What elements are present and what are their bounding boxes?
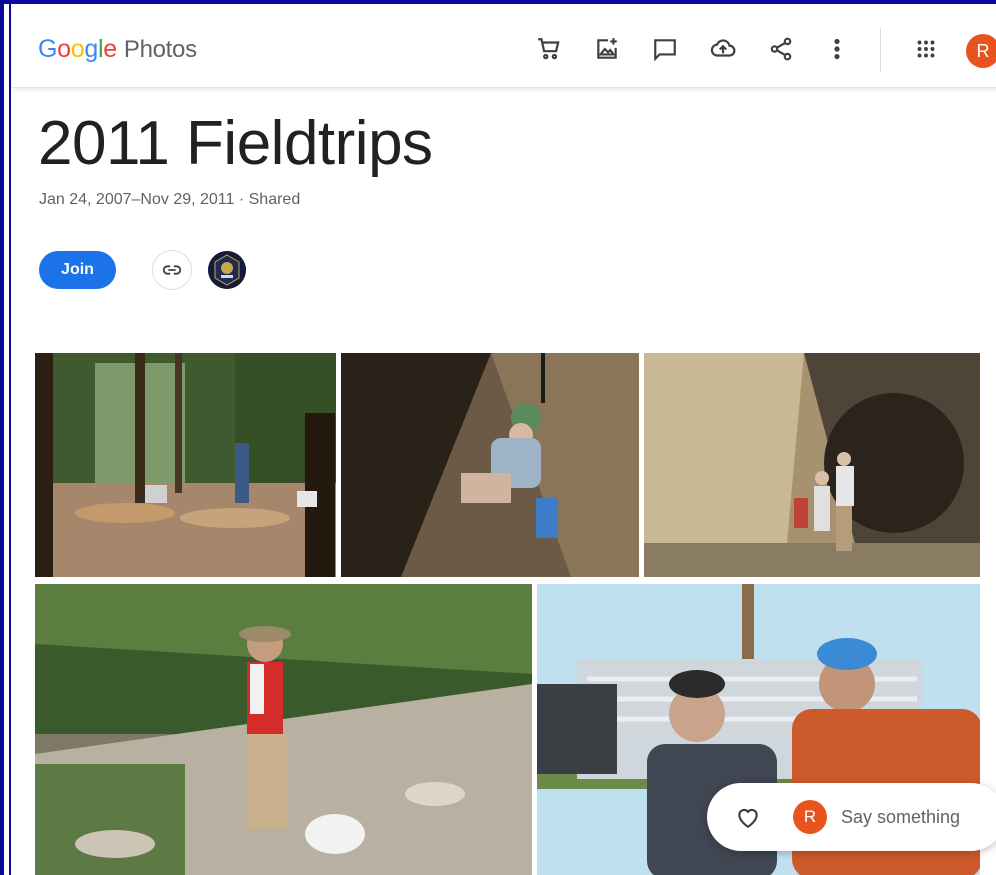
album-title: 2011 Fieldtrips bbox=[38, 109, 433, 178]
link-icon bbox=[162, 265, 182, 275]
share-icon[interactable] bbox=[766, 34, 796, 64]
app-header: Google Photos R bbox=[12, 8, 996, 88]
cart-icon[interactable] bbox=[534, 34, 564, 64]
photo-cave-hikers[interactable] bbox=[644, 353, 980, 577]
header-divider bbox=[880, 28, 881, 72]
comment-icon[interactable] bbox=[650, 34, 680, 64]
google-photos-logo[interactable]: Google Photos bbox=[38, 35, 197, 64]
cloud-upload-icon[interactable] bbox=[708, 34, 738, 64]
apps-grid-icon[interactable] bbox=[911, 34, 941, 64]
join-button[interactable]: Join bbox=[39, 251, 116, 289]
comment-avatar: R bbox=[793, 800, 827, 834]
photo-forest-dig[interactable] bbox=[35, 353, 336, 577]
add-photo-icon[interactable] bbox=[592, 34, 622, 64]
heart-icon[interactable] bbox=[735, 805, 761, 829]
album-subtitle: Jan 24, 2007–Nov 29, 2011 · Shared bbox=[39, 191, 301, 208]
member-avatar[interactable] bbox=[208, 251, 246, 289]
account-avatar[interactable]: R bbox=[966, 34, 996, 68]
badge-emblem-icon bbox=[208, 251, 246, 289]
more-vert-icon[interactable] bbox=[822, 34, 852, 64]
copy-link-button[interactable] bbox=[152, 250, 192, 290]
photo-rocky-slope[interactable] bbox=[35, 584, 532, 875]
photo-hole-digger[interactable] bbox=[341, 353, 639, 577]
comment-bar: R Say something bbox=[707, 783, 996, 851]
browser-frame: Google Photos R 2011 Fieldtrips Jan 24, 2… bbox=[0, 0, 996, 875]
comment-input[interactable]: Say something bbox=[841, 807, 960, 828]
